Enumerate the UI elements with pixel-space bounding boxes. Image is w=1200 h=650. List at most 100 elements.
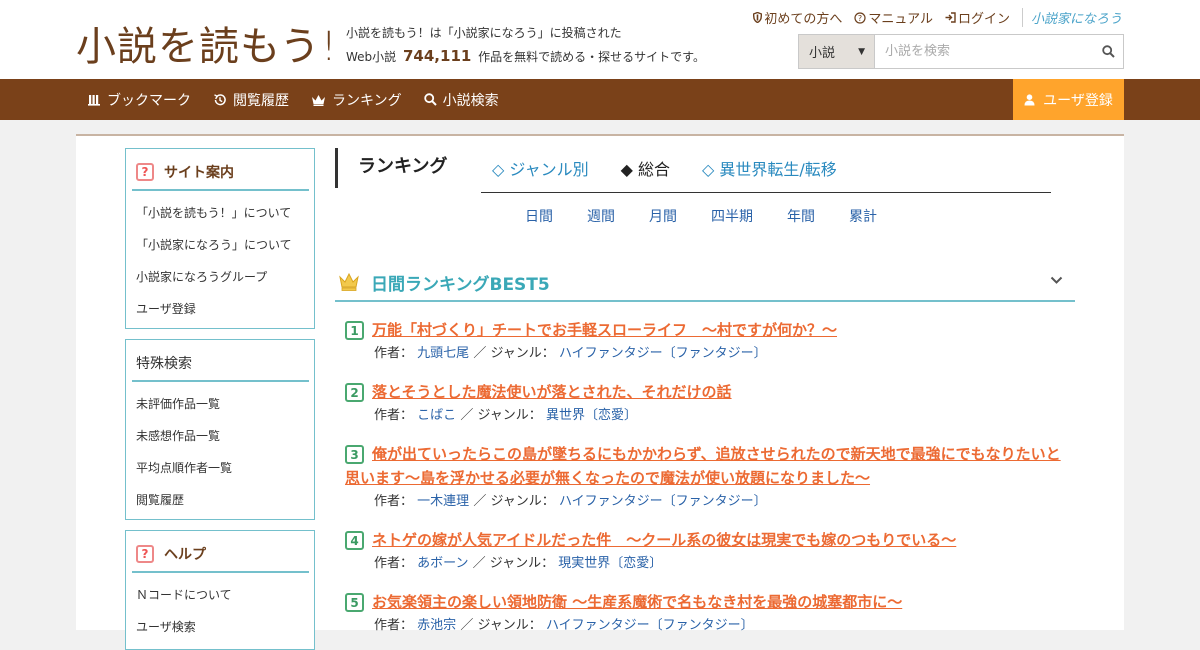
sidebar-item-about-narou[interactable]: 「小説家になろう」について xyxy=(136,229,314,261)
site-logo[interactable]: 小説を読もう! xyxy=(76,14,338,72)
genre-label: ／ ジャンル： xyxy=(460,618,542,633)
tagline-suffix: 作品を無料で読める・探せるサイトです。 xyxy=(478,50,705,64)
user-icon xyxy=(1024,93,1035,105)
entry-genre[interactable]: ハイファンタジー〔ファンタジー〕 xyxy=(546,618,754,633)
question-circle-icon: ? xyxy=(854,11,866,24)
login-link[interactable]: ログイン xyxy=(945,8,1010,27)
entry-genre[interactable]: ハイファンタジー〔ファンタジー〕 xyxy=(559,494,767,509)
ranking-entry: 5 お気楽領主の楽しい領地防衛 〜生産系魔術で名もなき村を最強の城塞都市に〜 作… xyxy=(345,590,1075,638)
period-links: 日間 週間 月間 四半期 年間 累計 xyxy=(525,206,877,226)
sidebar-item-narou-group[interactable]: 小説家になろうグループ xyxy=(136,261,314,293)
nav-ranking[interactable]: ランキング xyxy=(311,90,402,110)
special-search-title: 特殊検索 xyxy=(132,346,309,382)
sidebar-item-ncode[interactable]: Ｎコードについて xyxy=(136,579,314,611)
entry-author[interactable]: 赤池宗 xyxy=(417,618,456,633)
novel-count: 744,111 xyxy=(403,47,472,65)
chevron-down-icon[interactable] xyxy=(1050,276,1063,285)
narou-logo-link[interactable]: 小説家になろう xyxy=(1021,8,1122,27)
search-type-select[interactable]: 小説 ▼ xyxy=(799,35,875,68)
main-navbar: ブックマーク 閲覧履歴 ランキング 小説検索 ユーザ登録 xyxy=(0,79,1200,120)
manual-link[interactable]: ? マニュアル xyxy=(854,8,933,27)
tab-isekai[interactable]: ◇ 異世界転生/転移 xyxy=(702,156,837,192)
best5-header[interactable]: 日間ランキングBEST5 xyxy=(335,264,1075,302)
special-search-list: 未評価作品一覧 未感想作品一覧 平均点順作者一覧 閲覧履歴 xyxy=(126,382,314,516)
sidebar-item-history[interactable]: 閲覧履歴 xyxy=(136,484,314,516)
svg-text:?: ? xyxy=(858,14,862,23)
author-label: 作者： xyxy=(374,556,414,571)
entry-title[interactable]: お気楽領主の楽しい領地防衛 〜生産系魔術で名もなき村を最強の城塞都市に〜 xyxy=(345,590,1075,614)
entry-title[interactable]: ネトゲの嫁が人気アイドルだった件 ～クール系の彼女は現実でも嫁のつもりでいる～ xyxy=(345,528,1075,552)
help-list: Ｎコードについて ユーザ検索 xyxy=(126,573,314,643)
entry-author[interactable]: 九頭七尾 xyxy=(417,346,469,361)
login-label: ログイン xyxy=(957,12,1010,27)
site-guide-list: 「小説を読もう！」について 「小説家になろう」について 小説家になろうグループ … xyxy=(126,191,314,325)
search-box: 小説 ▼ xyxy=(798,34,1124,69)
sidebar-item-user-register[interactable]: ユーザ登録 xyxy=(136,293,314,325)
search-button[interactable] xyxy=(1093,35,1123,68)
entry-title[interactable]: 俺が出ていったらこの島が墜ちるにもかかわらず、追放させられたので新天地で最強にで… xyxy=(345,442,1075,490)
nav-bookmark-label: ブックマーク xyxy=(107,92,191,109)
entry-author[interactable]: あボーン xyxy=(417,556,468,571)
period-quarterly[interactable]: 四半期 xyxy=(711,206,787,226)
site-guide-title: ? サイト案内 xyxy=(132,155,309,191)
help-question-icon: ? xyxy=(136,163,154,181)
author-label: 作者： xyxy=(374,346,414,361)
author-label: 作者： xyxy=(374,494,414,509)
rank-number: 3 xyxy=(345,445,364,464)
help-question-icon: ? xyxy=(136,545,154,563)
history-icon xyxy=(214,93,226,105)
nav-history-label: 閲覧履歴 xyxy=(233,92,289,109)
period-daily[interactable]: 日間 xyxy=(525,206,587,226)
entry-meta: 作者： 赤池宗 ／ ジャンル： ハイファンタジー〔ファンタジー〕 xyxy=(345,614,1075,638)
first-time-link[interactable]: 初めての方へ xyxy=(753,8,842,27)
sidebar-item-unrated[interactable]: 未評価作品一覧 xyxy=(136,388,314,420)
rank-number: 4 xyxy=(345,531,364,550)
help-title: ? ヘルプ xyxy=(132,537,309,573)
nav-items: ブックマーク 閲覧履歴 ランキング 小説検索 xyxy=(88,79,499,120)
entry-title[interactable]: 万能「村づくり」チートでお手軽スローライフ ～村ですが何か？～ xyxy=(345,318,1075,342)
entry-genre[interactable]: 現実世界〔恋愛〕 xyxy=(558,556,662,571)
period-total[interactable]: 累計 xyxy=(849,206,877,226)
search-icon xyxy=(423,93,437,106)
tagline-prefix: Web小説 xyxy=(346,50,397,64)
entry-author[interactable]: こばこ xyxy=(417,408,456,423)
entry-genre[interactable]: ハイファンタジー〔ファンタジー〕 xyxy=(559,346,767,361)
sidebar-item-no-reviews[interactable]: 未感想作品一覧 xyxy=(136,420,314,452)
crown-icon xyxy=(312,94,325,106)
sidebar-item-user-search[interactable]: ユーザ検索 xyxy=(136,611,314,643)
sidebar-special-search: 特殊検索 未評価作品一覧 未感想作品一覧 平均点順作者一覧 閲覧履歴 xyxy=(125,339,315,520)
rank-number: 5 xyxy=(345,593,364,612)
nav-ranking-label: ランキング xyxy=(332,92,402,109)
register-button[interactable]: ユーザ登録 xyxy=(1013,79,1124,120)
nav-search-label: 小説検索 xyxy=(442,92,499,109)
ranking-entry: 1 万能「村づくり」チートでお手軽スローライフ ～村ですが何か？～ 作者： 九頭… xyxy=(345,318,1075,366)
entry-meta: 作者： 一木連理 ／ ジャンル： ハイファンタジー〔ファンタジー〕 xyxy=(345,490,1075,514)
tab-genre[interactable]: ◇ ジャンル別 xyxy=(492,156,589,192)
content-container: ? サイト案内 「小説を読もう！」について 「小説家になろう」について 小説家に… xyxy=(76,134,1124,650)
entry-genre[interactable]: 異世界〔恋愛〕 xyxy=(546,408,637,423)
period-monthly[interactable]: 月間 xyxy=(649,206,711,226)
search-input[interactable] xyxy=(875,35,1093,68)
rank-number: 1 xyxy=(345,321,364,340)
crown-icon xyxy=(339,273,359,291)
tab-overall[interactable]: ◆ 総合 xyxy=(621,156,670,192)
help-title-text: ヘルプ xyxy=(164,547,206,563)
entry-author[interactable]: 一木連理 xyxy=(417,494,469,509)
period-yearly[interactable]: 年間 xyxy=(787,206,849,226)
entry-title[interactable]: 落とそうとした魔法使いが落とされた、それだけの話 xyxy=(345,380,1075,404)
nav-history[interactable]: 閲覧履歴 xyxy=(213,90,289,110)
genre-label: ／ ジャンル： xyxy=(473,494,555,509)
period-weekly[interactable]: 週間 xyxy=(587,206,649,226)
nav-bookmark[interactable]: ブックマーク xyxy=(88,90,191,110)
tagline-line1: 小説を読もう！は「小説家になろう」に投稿された xyxy=(346,26,622,40)
ranking-tabs: ◇ ジャンル別 ◆ 総合 ◇ 異世界転生/転移 xyxy=(481,156,1051,193)
sidebar-item-avg-score-authors[interactable]: 平均点順作者一覧 xyxy=(136,452,314,484)
bookmark-icon xyxy=(88,94,100,106)
ranking-entry: 3 俺が出ていったらこの島が墜ちるにもかかわらず、追放させられたので新天地で最強… xyxy=(345,442,1075,514)
rank-number: 2 xyxy=(345,383,364,402)
manual-label: マニュアル xyxy=(868,12,933,27)
nav-search[interactable]: 小説検索 xyxy=(423,90,499,110)
tagline-line2: Web小説 744,111 作品を無料で読める・探せるサイトです。 xyxy=(346,45,705,69)
special-search-title-text: 特殊検索 xyxy=(136,356,192,372)
sidebar-item-about-yomou[interactable]: 「小説を読もう！」について xyxy=(136,197,314,229)
